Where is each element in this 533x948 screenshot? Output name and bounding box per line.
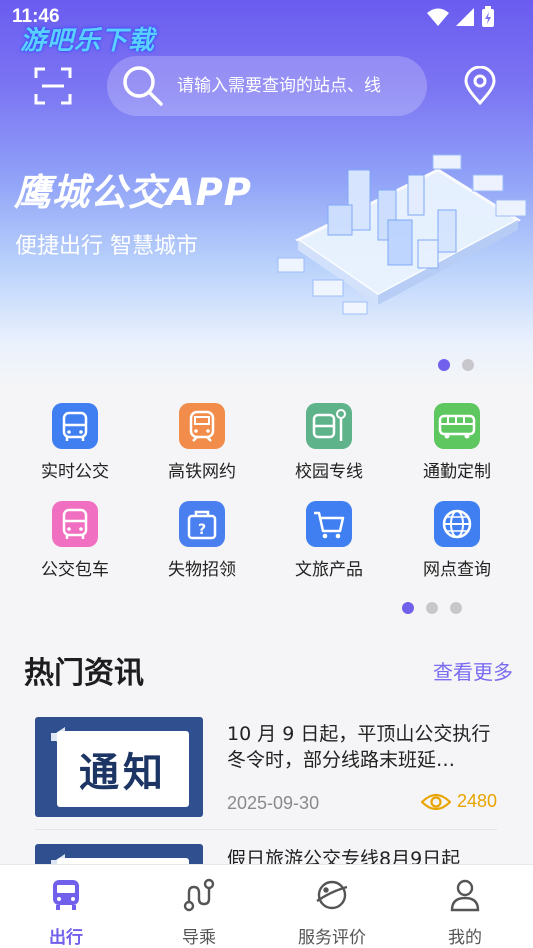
service-lost-found[interactable]: ? 失物招领 <box>142 501 262 580</box>
svg-text:?: ? <box>198 522 206 538</box>
service-label: 通勤定制 <box>423 462 491 482</box>
news-title: 假日旅游公交专线8月9日起 <box>227 848 461 864</box>
service-campus-line[interactable]: 校园专线 <box>269 403 389 482</box>
eye-icon <box>420 793 451 810</box>
bus-icon <box>52 403 98 449</box>
news-title: 10 月 9 日起，平顶山公交执行冬令时，部分线路末班延… <box>227 723 491 771</box>
status-icons <box>427 6 495 28</box>
news-thumbnail: 通知 <box>35 844 203 864</box>
watermark-logo: 游吧乐下载 <box>20 26 156 56</box>
service-pager <box>402 602 462 614</box>
news-views: 2480 <box>420 791 497 812</box>
tab-label: 我的 <box>448 928 482 948</box>
service-realtime-bus[interactable]: 实时公交 <box>15 403 135 482</box>
news-divider <box>35 829 497 830</box>
planet-icon <box>316 880 348 910</box>
news-section-title: 热门资讯 <box>24 656 144 691</box>
tab-label: 出行 <box>49 928 83 948</box>
globe-icon <box>434 501 480 547</box>
tab-label: 服务评价 <box>298 928 366 948</box>
notice-card: 通知 <box>57 731 189 807</box>
search-bar[interactable] <box>107 56 427 116</box>
bottom-tab-bar: 出行 导乘 服务评价 我的 <box>0 864 533 948</box>
banner-subtitle: 便捷出行 智慧城市 <box>15 234 198 259</box>
service-charter-bus[interactable]: 公交包车 <box>15 501 135 580</box>
tab-travel[interactable]: 出行 <box>6 877 126 948</box>
banner-dot-1[interactable] <box>438 359 450 371</box>
location-pin-icon <box>464 65 496 106</box>
cart-icon <box>306 501 352 547</box>
service-dot-2[interactable] <box>426 602 438 614</box>
scan-icon <box>34 67 72 105</box>
commute-bus-icon <box>434 403 480 449</box>
service-label: 文旅产品 <box>295 560 363 580</box>
banner-pager <box>438 359 474 371</box>
news-view-count: 2480 <box>456 791 497 811</box>
service-outlet-query[interactable]: 网点查询 <box>397 501 517 580</box>
school-bus-icon <box>306 403 352 449</box>
tab-profile[interactable]: 我的 <box>405 877 525 948</box>
route-icon <box>183 878 215 912</box>
user-icon <box>450 879 480 912</box>
banner-title: 鹰城公交APP <box>14 171 252 214</box>
service-highspeed-rail[interactable]: 高铁网约 <box>142 403 262 482</box>
location-button[interactable] <box>462 65 498 106</box>
tab-guide[interactable]: 导乘 <box>139 877 259 948</box>
view-more-link[interactable]: 查看更多 <box>433 656 513 685</box>
news-date: 2025-09-30 <box>227 793 320 813</box>
news-item[interactable]: 通知 假日旅游公交专线8月9日起 <box>35 844 500 864</box>
battery-icon <box>482 6 494 27</box>
smart-city-illustration <box>277 154 527 315</box>
search-input[interactable] <box>177 76 417 96</box>
search-icon <box>123 66 163 106</box>
charter-bus-icon <box>52 501 98 547</box>
tab-service-rating[interactable]: 服务评价 <box>272 877 392 948</box>
tab-label: 导乘 <box>182 928 216 948</box>
news-thumbnail: 通知 <box>35 717 203 817</box>
signal-icon <box>456 8 474 26</box>
bus-tab-icon <box>53 880 79 910</box>
service-label: 高铁网约 <box>168 462 236 482</box>
header-banner: 11:46 游吧乐下载 鹰城公交APP 便捷出行 智慧城市 <box>0 0 533 390</box>
wifi-icon <box>427 8 449 26</box>
service-label: 网点查询 <box>423 560 491 580</box>
train-icon <box>179 403 225 449</box>
service-tourism-products[interactable]: 文旅产品 <box>269 501 389 580</box>
banner-dot-2[interactable] <box>462 359 474 371</box>
service-label: 实时公交 <box>41 462 109 482</box>
service-label: 校园专线 <box>295 462 363 482</box>
service-dot-3[interactable] <box>450 602 462 614</box>
scan-button[interactable] <box>33 66 73 106</box>
news-item[interactable]: 通知 10 月 9 日起，平顶山公交执行冬令时，部分线路末班延… 2025-09… <box>35 717 500 817</box>
service-label: 公交包车 <box>41 560 109 580</box>
service-dot-1[interactable] <box>402 602 414 614</box>
service-commute-custom[interactable]: 通勤定制 <box>397 403 517 482</box>
lost-found-icon: ? <box>179 501 225 547</box>
service-label: 失物招领 <box>168 560 236 580</box>
